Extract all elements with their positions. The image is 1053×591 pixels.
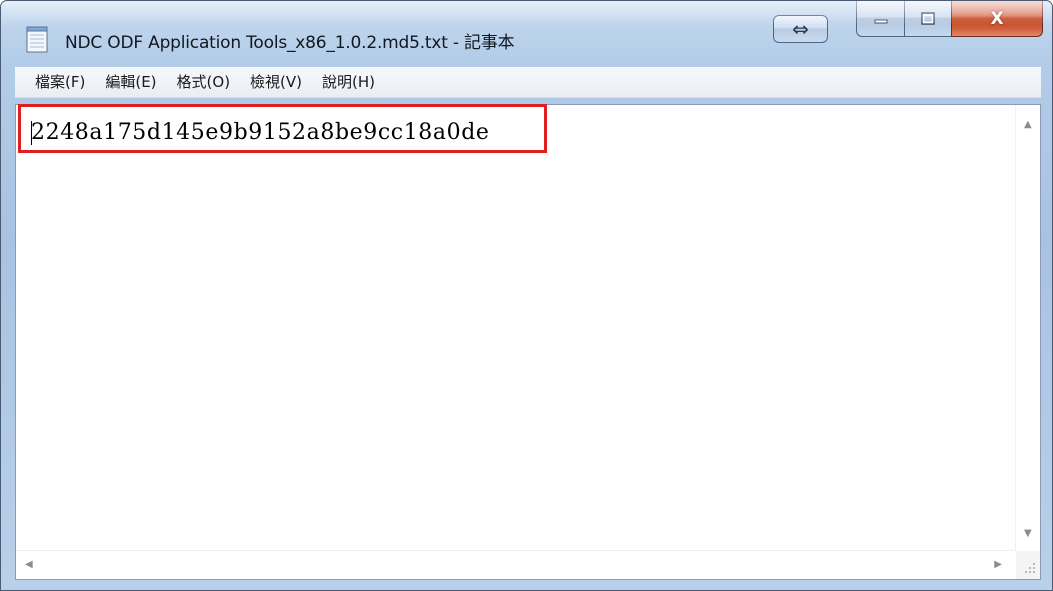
maximize-icon — [921, 11, 935, 25]
menu-view[interactable]: 檢視(V) — [240, 68, 312, 96]
menu-format[interactable]: 格式(O) — [167, 68, 241, 96]
resize-arrows-icon: ⇔ — [792, 17, 809, 41]
minimize-icon — [874, 19, 887, 23]
title-bar[interactable]: NDC ODF Application Tools_x86_1.0.2.md5.… — [1, 1, 1052, 64]
close-icon: X — [990, 8, 1004, 29]
horizontal-scrollbar[interactable]: ◀ ▶ — [16, 550, 1016, 579]
menu-bar: 檔案(F) 編輯(E) 格式(O) 檢視(V) 說明(H) — [15, 67, 1041, 98]
menu-help[interactable]: 說明(H) — [312, 68, 385, 96]
notepad-window: NDC ODF Application Tools_x86_1.0.2.md5.… — [0, 0, 1053, 591]
menu-file[interactable]: 檔案(F) — [15, 68, 95, 96]
maximize-button[interactable] — [904, 1, 952, 37]
menu-edit[interactable]: 編輯(E) — [95, 68, 166, 96]
scroll-right-arrow-icon[interactable]: ▶ — [994, 559, 1002, 570]
scroll-left-arrow-icon[interactable]: ◀ — [25, 559, 33, 570]
window-title: NDC ODF Application Tools_x86_1.0.2.md5.… — [65, 33, 515, 53]
scroll-up-arrow-icon[interactable]: ▲ — [1024, 119, 1032, 130]
resize-grip-icon[interactable] — [1016, 551, 1040, 579]
scroll-down-arrow-icon[interactable]: ▼ — [1024, 528, 1032, 539]
resize-button[interactable]: ⇔ — [773, 15, 828, 43]
text-editor[interactable]: 2248a175d145e9b9152a8be9cc18a0de ▲ ▼ ◀ ▶ — [15, 104, 1041, 580]
notepad-icon[interactable] — [25, 26, 50, 53]
document-text[interactable]: 2248a175d145e9b9152a8be9cc18a0de — [31, 120, 490, 145]
close-button[interactable]: X — [951, 1, 1043, 37]
minimize-button[interactable] — [856, 1, 905, 37]
vertical-scrollbar[interactable]: ▲ ▼ — [1015, 105, 1040, 551]
